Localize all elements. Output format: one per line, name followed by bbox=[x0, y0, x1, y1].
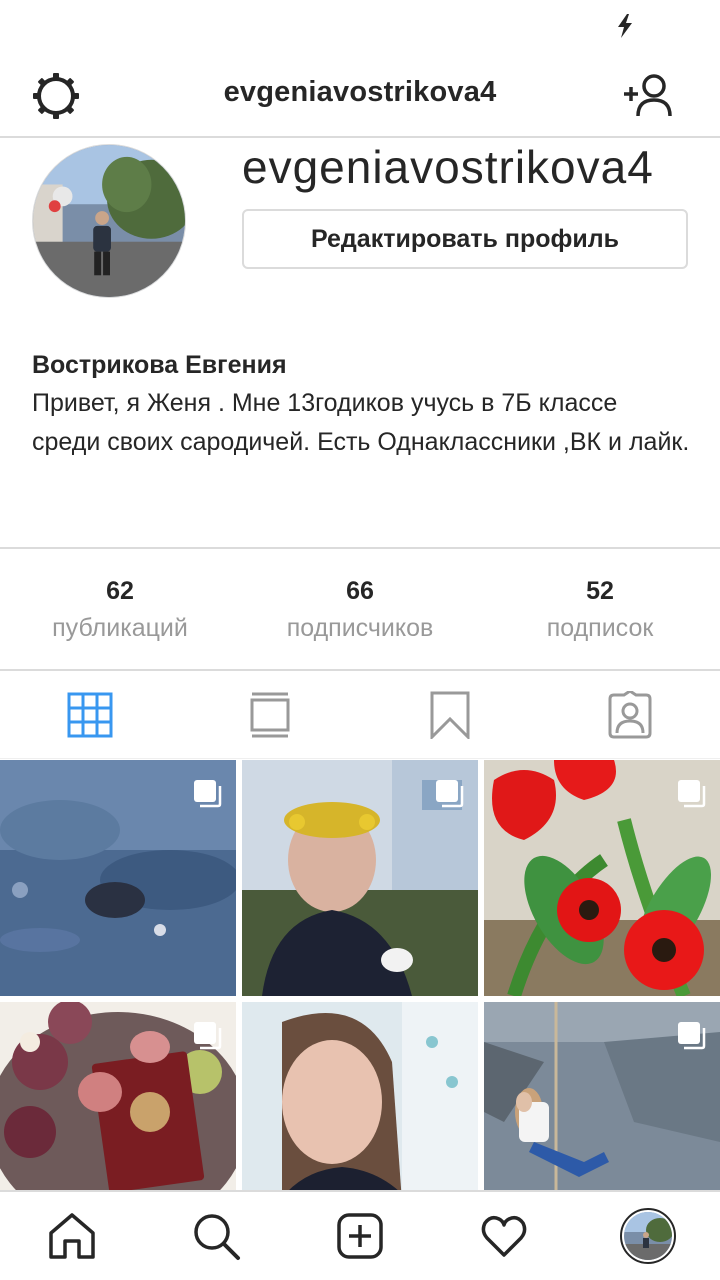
add-user-icon[interactable] bbox=[620, 72, 676, 120]
heart-icon bbox=[481, 1215, 527, 1257]
post-tile[interactable] bbox=[0, 760, 236, 996]
multiple-photos-icon bbox=[678, 780, 706, 808]
full-name: Вострикова Евгения bbox=[32, 351, 287, 379]
bio-section: Вострикова Евгения Привет, я Женя . Мне … bbox=[32, 348, 692, 462]
tab-saved[interactable] bbox=[360, 671, 540, 758]
home-icon bbox=[49, 1213, 95, 1259]
bottom-nav bbox=[0, 1190, 720, 1280]
nav-profile[interactable] bbox=[576, 1192, 720, 1280]
bookmark-icon bbox=[430, 691, 470, 739]
stat-following-label: подписок bbox=[546, 614, 654, 642]
multiple-photos-icon bbox=[194, 780, 222, 808]
stat-following[interactable]: 52 подписок bbox=[480, 549, 720, 669]
status-bar bbox=[0, 0, 720, 52]
stat-followers-label: подписчиков bbox=[286, 614, 434, 642]
top-bar: evgeniavostrikova4 bbox=[0, 52, 720, 138]
multiple-photos-icon bbox=[194, 1022, 222, 1050]
stat-following-count: 52 bbox=[586, 577, 614, 605]
edit-profile-button[interactable]: Редактировать профиль bbox=[242, 209, 688, 269]
tab-tagged[interactable] bbox=[540, 671, 720, 758]
flash-icon bbox=[618, 14, 632, 38]
post-tile[interactable] bbox=[484, 760, 720, 996]
post-image bbox=[242, 1002, 478, 1192]
multiple-photos-icon bbox=[436, 780, 464, 808]
profile-avatar-icon bbox=[620, 1208, 676, 1264]
stat-posts-label: публикаций bbox=[52, 614, 188, 642]
profile-tabs bbox=[0, 671, 720, 759]
nav-search[interactable] bbox=[144, 1192, 288, 1280]
stat-posts[interactable]: 62 публикаций bbox=[0, 549, 240, 669]
post-tile[interactable] bbox=[0, 1002, 236, 1192]
posts-grid bbox=[0, 760, 720, 1192]
search-icon bbox=[194, 1214, 240, 1260]
stat-followers-count: 66 bbox=[346, 577, 374, 605]
nav-add-post[interactable] bbox=[288, 1192, 432, 1280]
nav-home[interactable] bbox=[0, 1192, 144, 1280]
stats-bar: 62 публикаций 66 подписчиков 52 подписок bbox=[0, 547, 720, 671]
add-post-icon bbox=[337, 1213, 383, 1259]
stat-followers[interactable]: 66 подписчиков bbox=[240, 549, 480, 669]
post-tile[interactable] bbox=[242, 760, 478, 996]
grid-icon bbox=[67, 692, 113, 737]
bio-text: Привет, я Женя . Мне 13годиков учусь в 7… bbox=[32, 389, 690, 456]
profile-avatar[interactable] bbox=[32, 144, 186, 298]
post-tile[interactable] bbox=[242, 1002, 478, 1192]
tab-grid[interactable] bbox=[0, 671, 180, 758]
profile-username-large: evgeniavostrikova4 bbox=[242, 141, 654, 193]
tab-feed[interactable] bbox=[180, 671, 360, 758]
feed-icon bbox=[250, 692, 290, 737]
header-username: evgeniavostrikova4 bbox=[223, 76, 497, 108]
tagged-icon bbox=[608, 690, 652, 738]
stat-posts-count: 62 bbox=[106, 577, 134, 605]
nav-activity[interactable] bbox=[432, 1192, 576, 1280]
post-tile[interactable] bbox=[484, 1002, 720, 1192]
multiple-photos-icon bbox=[678, 1022, 706, 1050]
